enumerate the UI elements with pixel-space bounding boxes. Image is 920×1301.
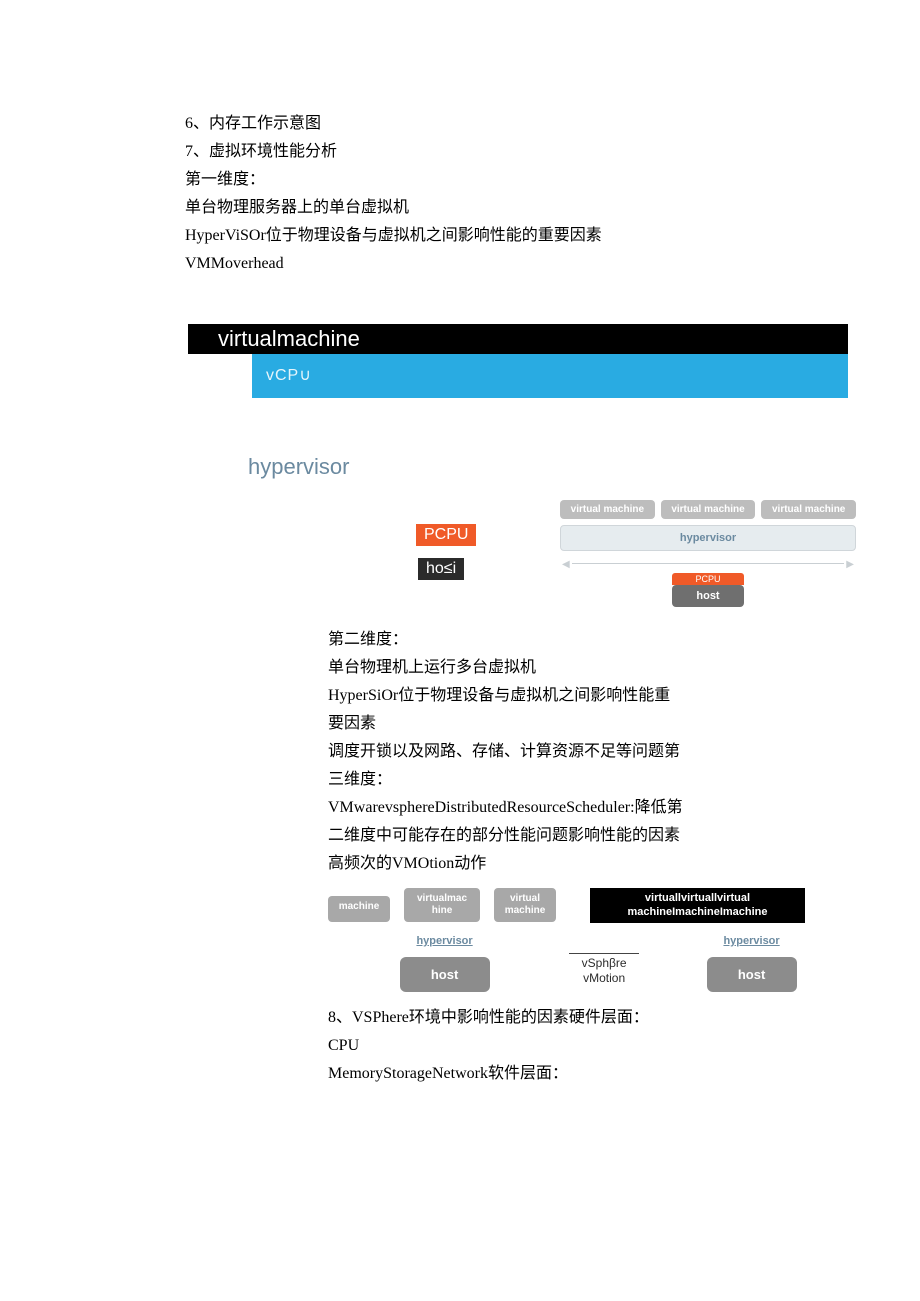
mini-arrow: ◀ ▶ bbox=[560, 557, 856, 571]
bd-vm-right-black: virtuallvirtuallvirtualmachineImachineIm… bbox=[590, 888, 805, 923]
intro-line-vmm: VMMoverhead bbox=[185, 250, 920, 278]
host-badge: ho≤i bbox=[418, 558, 464, 580]
body-line-drs-b: 二维度中可能存在的部分性能问题影响性能的因素 bbox=[328, 822, 698, 850]
right-mini-diagram: virtual machine virtual machine virtual … bbox=[560, 500, 856, 607]
arrow-right-icon: ▶ bbox=[846, 559, 854, 570]
bd-left-vms: machine virtualmachine virtualmachine bbox=[328, 888, 556, 922]
body-line-multivm: 单台物理机上运行多台虚拟机 bbox=[328, 654, 698, 682]
intro-line-6: 6、内存工作示意图 bbox=[185, 110, 920, 138]
footer-line-cpu: CPU bbox=[328, 1032, 920, 1060]
bottom-diagram: machine virtualmachine virtualmachine vi… bbox=[328, 888, 856, 992]
virtualmachine-bar: virtualmachine bbox=[188, 324, 848, 354]
bd-vmotion-label: vSphβrevMotion bbox=[569, 953, 639, 986]
mini-host: host bbox=[672, 585, 744, 607]
mini-vm-row: virtual machine virtual machine virtual … bbox=[560, 500, 856, 519]
body-line-hypersior-b: 要因素 bbox=[328, 710, 698, 738]
hypervisor-title: hypervisor bbox=[248, 454, 920, 480]
arrow-left-icon: ◀ bbox=[562, 559, 570, 570]
footer-line-8: 8、VSPhere环境中影响性能的因素硬件层面： bbox=[328, 1004, 920, 1032]
body-line-hypersior-a: HyperSiOr位于物理设备与虚拟机之间影响性能重 bbox=[328, 682, 698, 710]
bd-vm-left-2: virtualmachine bbox=[404, 888, 480, 922]
footer-text-block: 8、VSPhere环境中影响性能的因素硬件层面： CPU MemoryStora… bbox=[328, 1004, 920, 1088]
bd-hypervisor-right: hypervisor bbox=[647, 935, 856, 947]
mini-hypervisor: hypervisor bbox=[560, 525, 856, 551]
body-line-dim2: 第二维度： bbox=[328, 626, 698, 654]
intro-line-hypervisor: HyperViSOr位于物理设备与虚拟机之间影响性能的重要因素 bbox=[185, 222, 920, 250]
mini-host-stack: PCPU host bbox=[672, 573, 744, 607]
arrow-line bbox=[572, 563, 844, 564]
pcpu-badge: PCPU bbox=[416, 524, 476, 546]
footer-line-memstorage: MemoryStorageNetwork软件层面： bbox=[328, 1060, 920, 1088]
mini-vm-3: virtual machine bbox=[761, 500, 856, 519]
mini-vm-2: virtual machine bbox=[661, 500, 756, 519]
body-line-scheduling-a: 调度开锁以及网路、存储、计算资源不足等问题第 bbox=[328, 738, 698, 766]
bd-vm-left-1: machine bbox=[328, 896, 390, 922]
intro-line-single-vm: 单台物理服务器上的单台虚拟机 bbox=[185, 194, 920, 222]
mid-diagram-region: PCPU ho≤i virtual machine virtual machin… bbox=[0, 508, 920, 626]
bd-hypervisor-left: hypervisor bbox=[328, 935, 561, 947]
body-line-vmotion: 高频次的VMOtion动作 bbox=[328, 850, 698, 878]
body-line-drs-a: VMwarevsphereDistributedResourceSchedule… bbox=[328, 794, 698, 822]
intro-line-dim1: 第一维度： bbox=[185, 166, 920, 194]
intro-line-7: 7、虚拟环境性能分析 bbox=[185, 138, 920, 166]
bd-host-right: host bbox=[707, 957, 797, 992]
mini-vm-1: virtual machine bbox=[560, 500, 655, 519]
mini-pcpu: PCPU bbox=[672, 573, 744, 585]
body-text-block: 第二维度： 单台物理机上运行多台虚拟机 HyperSiOr位于物理设备与虚拟机之… bbox=[328, 626, 698, 878]
bd-host-left: host bbox=[400, 957, 490, 992]
intro-text-block: 6、内存工作示意图 7、虚拟环境性能分析 第一维度： 单台物理服务器上的单台虚拟… bbox=[185, 110, 920, 278]
bd-vm-left-3: virtualmachine bbox=[494, 888, 556, 922]
vcpu-bar: vCP∪ bbox=[252, 354, 848, 398]
body-line-scheduling-b: 三维度： bbox=[328, 766, 698, 794]
